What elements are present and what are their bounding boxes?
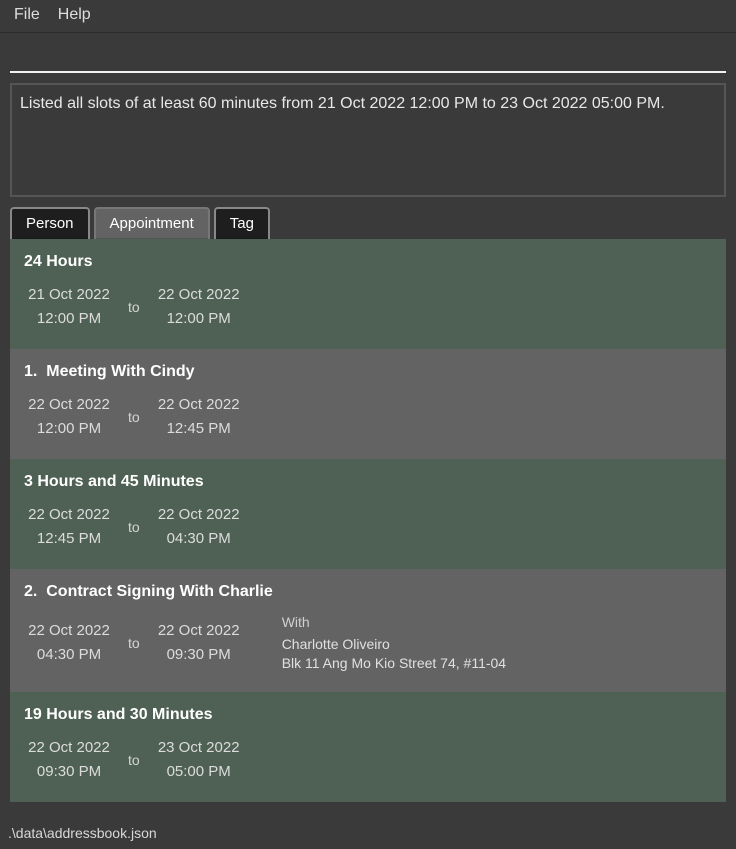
list-item[interactable]: 1. Meeting With Cindy 22 Oct 2022 12:00 … (10, 349, 726, 459)
slot-end-date: 22 Oct 2022 (154, 283, 244, 307)
slot-start-time: 12:00 PM (24, 417, 114, 441)
slot-start-time: 04:30 PM (24, 643, 114, 667)
slot-end-time: 12:45 PM (154, 417, 244, 441)
list-item[interactable]: 24 Hours 21 Oct 2022 12:00 PM to 22 Oct … (10, 239, 726, 349)
slot-title: 19 Hours and 30 Minutes (24, 706, 712, 724)
slot-timerange: 22 Oct 2022 09:30 PM to 23 Oct 2022 05:0… (24, 736, 712, 784)
to-label: to (126, 299, 142, 315)
slot-index: 2. (24, 583, 37, 600)
slot-end-date: 22 Oct 2022 (154, 503, 244, 527)
slot-timerange: 22 Oct 2022 04:30 PM to 22 Oct 2022 09:3… (24, 613, 712, 674)
slot-start-date: 22 Oct 2022 (24, 736, 114, 760)
to-label: to (126, 635, 142, 651)
result-message: Listed all slots of at least 60 minutes … (20, 95, 665, 112)
result-display: Listed all slots of at least 60 minutes … (10, 83, 726, 197)
slot-title: 2. Contract Signing With Charlie (24, 583, 712, 601)
slot-start-time: 12:00 PM (24, 307, 114, 331)
tab-tag[interactable]: Tag (214, 207, 270, 239)
to-label: to (126, 752, 142, 768)
slot-title: 24 Hours (24, 253, 712, 271)
slot-end-time: 04:30 PM (154, 527, 244, 551)
slot-start-date: 22 Oct 2022 (24, 619, 114, 643)
slot-end-date: 22 Oct 2022 (154, 619, 244, 643)
slot-timerange: 22 Oct 2022 12:00 PM to 22 Oct 2022 12:4… (24, 393, 712, 441)
list-item[interactable]: 2. Contract Signing With Charlie 22 Oct … (10, 569, 726, 692)
slot-start-date: 21 Oct 2022 (24, 283, 114, 307)
contact-name: Charlotte Oliveiro (282, 635, 506, 655)
status-filepath: .\data\addressbook.json (8, 825, 157, 841)
with-label: With (282, 613, 506, 633)
list-item[interactable]: 3 Hours and 45 Minutes 22 Oct 2022 12:45… (10, 459, 726, 569)
slot-end-time: 12:00 PM (154, 307, 244, 331)
slot-list: 24 Hours 21 Oct 2022 12:00 PM to 22 Oct … (10, 239, 726, 802)
list-item[interactable]: 19 Hours and 30 Minutes 22 Oct 2022 09:3… (10, 692, 726, 802)
slot-index: 1. (24, 363, 37, 380)
menu-file[interactable]: File (14, 6, 40, 24)
slot-start-time: 12:45 PM (24, 527, 114, 551)
tab-bar: Person Appointment Tag (10, 207, 726, 239)
menubar: File Help (0, 0, 736, 33)
slot-end-date: 22 Oct 2022 (154, 393, 244, 417)
tab-person[interactable]: Person (10, 207, 90, 239)
contact-block: With Charlotte Oliveiro Blk 11 Ang Mo Ki… (282, 613, 506, 674)
command-input-area[interactable] (10, 33, 726, 73)
contact-address: Blk 11 Ang Mo Kio Street 74, #11-04 (282, 654, 506, 674)
slot-end-time: 05:00 PM (154, 760, 244, 784)
slot-start-date: 22 Oct 2022 (24, 393, 114, 417)
status-bar: .\data\addressbook.json (0, 819, 736, 849)
to-label: to (126, 519, 142, 535)
slot-end-date: 23 Oct 2022 (154, 736, 244, 760)
slot-name: Contract Signing With Charlie (46, 583, 273, 600)
slot-timerange: 22 Oct 2022 12:45 PM to 22 Oct 2022 04:3… (24, 503, 712, 551)
slot-start-date: 22 Oct 2022 (24, 503, 114, 527)
slot-title: 3 Hours and 45 Minutes (24, 473, 712, 491)
slot-title: 1. Meeting With Cindy (24, 363, 712, 381)
menu-help[interactable]: Help (58, 6, 91, 24)
slot-start-time: 09:30 PM (24, 760, 114, 784)
slot-name: Meeting With Cindy (46, 363, 194, 380)
slot-end-time: 09:30 PM (154, 643, 244, 667)
slot-timerange: 21 Oct 2022 12:00 PM to 22 Oct 2022 12:0… (24, 283, 712, 331)
to-label: to (126, 409, 142, 425)
tab-appointment[interactable]: Appointment (94, 207, 210, 239)
